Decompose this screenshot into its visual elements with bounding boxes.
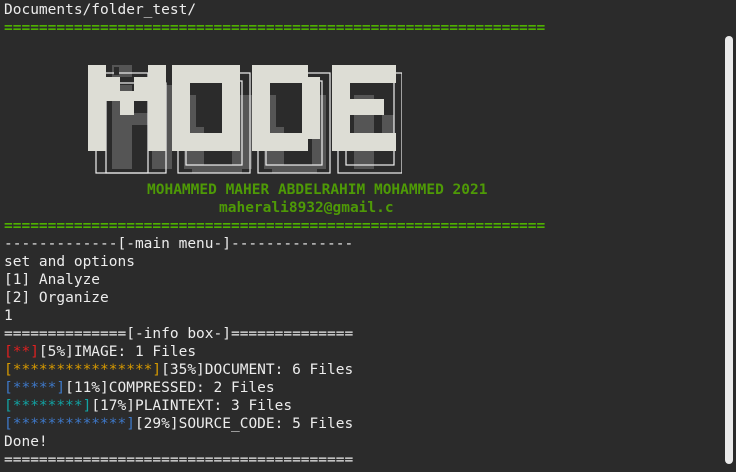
done-message: Done!: [4, 434, 48, 450]
path-line: Documents/folder_test/: [4, 2, 197, 18]
terminal-window[interactable]: Documents/folder_test/ =================…: [0, 0, 736, 472]
author-email: maherali8932@gmail.c: [219, 200, 394, 216]
banner: [4, 37, 719, 181]
stat-bar: [*****]: [4, 380, 66, 396]
main-menu-header: -------------[-main menu-]--------------: [4, 236, 354, 252]
stat-source-code: [*************][29%]SOURCE_CODE: 5 Files: [4, 415, 719, 433]
vertical-scrollbar[interactable]: [725, 36, 733, 464]
stat-text: [5%]IMAGE: 1 Files: [38, 344, 197, 360]
separator-footer: ========================================: [4, 452, 354, 468]
stat-text: [35%]DOCUMENT: 6 Files: [161, 362, 354, 378]
stat-text: [17%]PLAINTEXT: 3 Files: [91, 398, 293, 414]
stat-document: [****************][35%]DOCUMENT: 6 Files: [4, 361, 719, 379]
stat-compressed: [*****][11%]COMPRESSED: 2 Files: [4, 379, 719, 397]
separator-top: ========================================…: [4, 20, 546, 36]
options-prompt: set and options: [4, 254, 135, 270]
stat-plaintext: [********][17%]PLAINTEXT: 3 Files: [4, 397, 719, 415]
option-organize: [2] Organize: [4, 290, 109, 306]
info-box-header: ==============[-info box-]==============: [4, 326, 354, 342]
stat-bar: [********]: [4, 398, 92, 414]
stat-bar: [****************]: [4, 362, 162, 378]
stat-image: [**][5%]IMAGE: 1 Files: [4, 343, 719, 361]
stat-text: [29%]SOURCE_CODE: 5 Files: [134, 416, 354, 432]
separator-bottom: ========================================…: [4, 218, 546, 234]
user-input: 1: [4, 308, 13, 324]
stat-bar: [*************]: [4, 416, 135, 432]
option-analyze: [1] Analyze: [4, 272, 101, 288]
stat-text: [11%]COMPRESSED: 2 Files: [65, 380, 275, 396]
terminal-output: Documents/folder_test/ =================…: [4, 1, 719, 469]
mode-logo: [88, 65, 402, 174]
stat-bar: [**]: [4, 344, 39, 360]
